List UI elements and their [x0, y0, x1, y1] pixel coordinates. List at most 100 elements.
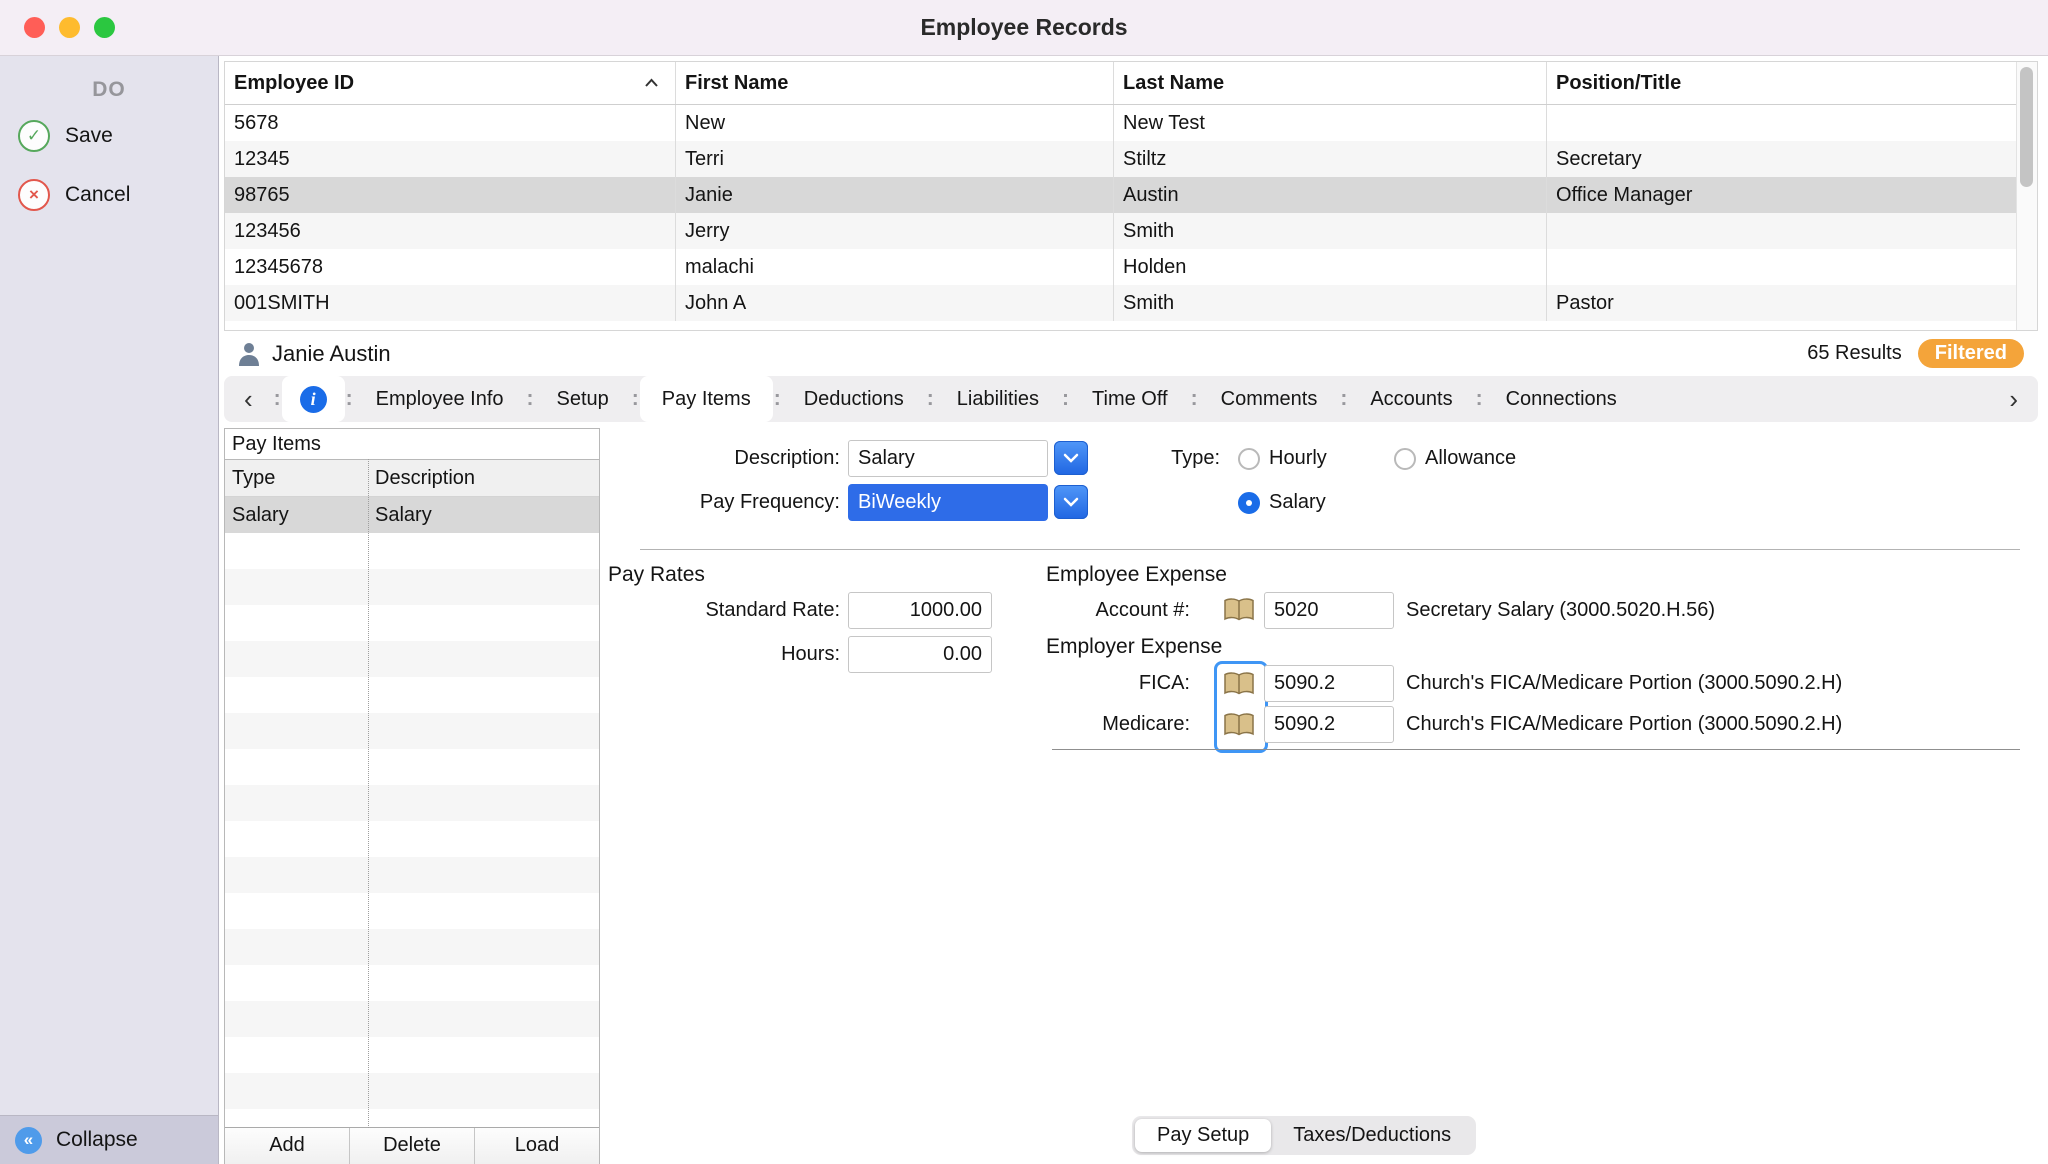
- pay-frequency-select[interactable]: BiWeekly: [848, 484, 1048, 521]
- column-header-employee-id[interactable]: Employee ID: [225, 62, 676, 104]
- tab-separator: :: [631, 376, 640, 422]
- table-row[interactable]: 123456 Jerry Smith: [225, 213, 2037, 249]
- close-window-icon[interactable]: [24, 17, 45, 38]
- record-name: Janie Austin: [272, 341, 391, 367]
- tab-liabilities[interactable]: Liabilities: [935, 376, 1061, 422]
- column-header-last-name[interactable]: Last Name: [1114, 62, 1547, 104]
- account-lookup-book-icon[interactable]: [1222, 594, 1256, 626]
- medicare-label: Medicare:: [950, 706, 1190, 743]
- radio-salary[interactable]: Salary: [1238, 484, 1326, 521]
- pay-items-column-headers: Type Description: [225, 460, 599, 497]
- radio-label: Salary: [1269, 491, 1326, 514]
- account-number-input[interactable]: [1264, 592, 1394, 629]
- person-icon: [238, 341, 260, 367]
- pay-frequency-dropdown-button[interactable]: [1054, 485, 1088, 519]
- filtered-badge[interactable]: Filtered: [1918, 339, 2024, 368]
- cell-position: Office Manager: [1547, 177, 2019, 213]
- pay-items-buttons: Add Delete Load: [225, 1127, 599, 1164]
- workspace: Pay Items Type Description Salary Salary…: [224, 422, 2038, 1164]
- tab-connections[interactable]: Connections: [1484, 376, 1639, 422]
- column-header-position[interactable]: Position/Title: [1547, 62, 2019, 104]
- cell-description: Salary: [368, 497, 599, 533]
- zoom-window-icon[interactable]: [94, 17, 115, 38]
- column-header-description[interactable]: Description: [368, 460, 599, 496]
- window-controls: [24, 17, 115, 38]
- load-button[interactable]: Load: [475, 1128, 599, 1164]
- title-bar: Employee Records: [0, 0, 2048, 56]
- column-header-first-name[interactable]: First Name: [676, 62, 1114, 104]
- tab-pay-setup[interactable]: Pay Setup: [1135, 1119, 1271, 1152]
- tab-taxes-deductions[interactable]: Taxes/Deductions: [1271, 1119, 1473, 1152]
- cell-last-name: Holden: [1114, 249, 1547, 285]
- chevron-down-icon: [1063, 453, 1079, 463]
- cancel-button[interactable]: × Cancel: [0, 170, 218, 220]
- sort-ascending-icon: [644, 78, 659, 88]
- cell-position: Pastor: [1547, 285, 2019, 321]
- tab-accounts[interactable]: Accounts: [1348, 376, 1474, 422]
- sidebar-header: DO: [0, 78, 218, 102]
- cell-first-name: malachi: [676, 249, 1114, 285]
- tab-time-off[interactable]: Time Off: [1070, 376, 1190, 422]
- medicare-lookup-book-icon[interactable]: [1222, 709, 1256, 741]
- tab-comments[interactable]: Comments: [1199, 376, 1340, 422]
- table-row[interactable]: 12345678 malachi Holden: [225, 249, 2037, 285]
- employer-expense-heading: Employer Expense: [1046, 634, 1222, 660]
- cell-type: Salary: [225, 497, 368, 533]
- column-label: Employee ID: [234, 62, 354, 104]
- radio-selected-icon: [1238, 492, 1260, 514]
- table-row[interactable]: 001SMITH John A Smith Pastor: [225, 285, 2037, 321]
- fica-account-input[interactable]: [1264, 665, 1394, 702]
- cell-first-name: Terri: [676, 141, 1114, 177]
- app-window: Employee Records DO ✓ Save × Cancel « Co…: [0, 0, 2048, 1164]
- tab-setup[interactable]: Setup: [535, 376, 631, 422]
- account-number-label: Account #:: [950, 592, 1190, 629]
- tab-separator: :: [1190, 376, 1199, 422]
- cell-last-name: Smith: [1114, 285, 1547, 321]
- column-divider: [368, 459, 369, 1128]
- delete-button[interactable]: Delete: [350, 1128, 475, 1164]
- sidebar: DO ✓ Save × Cancel « Collapse: [0, 56, 219, 1164]
- hours-label: Hours:: [600, 636, 840, 673]
- minimize-window-icon[interactable]: [59, 17, 80, 38]
- vertical-scrollbar[interactable]: [2016, 62, 2037, 330]
- tab-separator: :: [345, 376, 354, 422]
- window-title: Employee Records: [920, 14, 1127, 41]
- save-label: Save: [65, 124, 113, 148]
- radio-hourly[interactable]: Hourly: [1238, 440, 1327, 477]
- column-header-type[interactable]: Type: [225, 460, 368, 496]
- chevron-down-icon: [1063, 497, 1079, 507]
- account-description: Secretary Salary (3000.5020.H.56): [1406, 592, 1715, 629]
- tab-pay-items[interactable]: Pay Items: [640, 376, 773, 422]
- fica-lookup-book-icon[interactable]: [1222, 668, 1256, 700]
- scrollbar-thumb[interactable]: [2020, 67, 2033, 187]
- tab-info[interactable]: i: [282, 376, 345, 422]
- cell-employee-id: 12345: [225, 141, 676, 177]
- tab-separator: :: [526, 376, 535, 422]
- description-dropdown-button[interactable]: [1054, 441, 1088, 475]
- cell-first-name: John A: [676, 285, 1114, 321]
- main-area: DO ✓ Save × Cancel « Collapse Employee I…: [0, 56, 2048, 1164]
- tab-separator: :: [1339, 376, 1348, 422]
- cell-last-name: Stiltz: [1114, 141, 1547, 177]
- cell-first-name: New: [676, 105, 1114, 141]
- tab-employee-info[interactable]: Employee Info: [354, 376, 526, 422]
- cell-employee-id: 5678: [225, 105, 676, 141]
- cell-position: [1547, 249, 2019, 285]
- table-row-selected[interactable]: 98765 Janie Austin Office Manager: [225, 177, 2037, 213]
- table-row[interactable]: 5678 New New Test: [225, 105, 2037, 141]
- tab-deductions[interactable]: Deductions: [782, 376, 926, 422]
- tabs-scroll-right[interactable]: ›: [1989, 376, 2038, 422]
- collapse-button[interactable]: « Collapse: [0, 1115, 218, 1164]
- pay-items-panel-title: Pay Items: [225, 429, 599, 460]
- medicare-account-input[interactable]: [1264, 706, 1394, 743]
- radio-icon: [1238, 448, 1260, 470]
- table-row[interactable]: 12345 Terri Stiltz Secretary: [225, 141, 2037, 177]
- save-button[interactable]: ✓ Save: [0, 111, 218, 161]
- radio-allowance[interactable]: Allowance: [1394, 440, 1516, 477]
- description-input[interactable]: [848, 440, 1048, 477]
- tab-separator: :: [1061, 376, 1070, 422]
- tab-separator: :: [1475, 376, 1484, 422]
- add-button[interactable]: Add: [225, 1128, 350, 1164]
- pay-item-row-selected[interactable]: Salary Salary: [225, 497, 599, 533]
- tabs-scroll-left[interactable]: ‹: [224, 376, 273, 422]
